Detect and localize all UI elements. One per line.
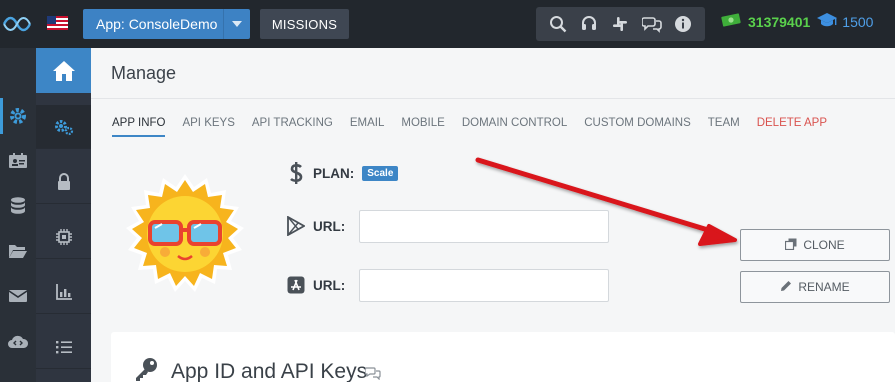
graduation-cap-icon [816, 12, 838, 31]
tab-mobile[interactable]: MOBILE [401, 117, 444, 137]
toolbar-icons [536, 7, 705, 41]
app-store-icon [287, 274, 305, 296]
database-icon[interactable] [0, 188, 36, 224]
chip-icon[interactable] [36, 215, 91, 259]
lock-icon[interactable] [36, 160, 91, 204]
key-icon [133, 356, 159, 382]
plan-badge: Scale [362, 165, 399, 181]
appstore-url-input[interactable] [359, 269, 609, 302]
tab-bar: APP INFO API KEYS API TRACKING EMAIL MOB… [112, 117, 844, 137]
search-icon[interactable] [547, 13, 569, 35]
chat-icon[interactable] [641, 13, 663, 35]
cloud-code-icon[interactable] [0, 323, 36, 359]
tab-api-keys[interactable]: API KEYS [182, 117, 234, 137]
appstore-url-row: URL: [287, 274, 345, 296]
tab-api-tracking[interactable]: API TRACKING [252, 117, 333, 137]
envelope-icon[interactable] [0, 278, 36, 314]
coins-value: 31379401 [748, 13, 811, 30]
pencil-icon [780, 280, 792, 295]
missions-button[interactable]: MISSIONS [260, 9, 349, 39]
dollar-icon [287, 162, 305, 184]
home-icon[interactable] [36, 48, 91, 93]
play-url-input[interactable] [359, 210, 609, 243]
list-icon[interactable] [36, 325, 91, 369]
us-flag-icon[interactable] [47, 16, 68, 30]
headset-icon[interactable] [578, 13, 600, 35]
section-title: App ID and API Keys [171, 360, 368, 382]
slack-icon[interactable] [609, 13, 631, 35]
chevron-down-icon[interactable] [223, 9, 250, 39]
settings-gear-icon[interactable] [0, 98, 36, 134]
app-selector-dropdown[interactable]: App: ConsoleDemo [83, 9, 250, 39]
play-url-row: URL: [287, 215, 345, 237]
primary-sidebar [0, 48, 36, 382]
top-bar: App: ConsoleDemo MISSIONS 31379401 1500 [0, 0, 895, 48]
header-divider [91, 98, 895, 99]
points-display: 31379401 1500 [720, 12, 873, 31]
main-content: Manage APP INFO API KEYS API TRACKING EM… [91, 48, 895, 382]
money-icon [720, 12, 742, 31]
tab-email[interactable]: EMAIL [350, 117, 385, 137]
plan-label: PLAN: [313, 165, 355, 181]
tab-domain-control[interactable]: DOMAIN CONTROL [462, 117, 567, 137]
copy-icon [785, 238, 797, 253]
app-settings-gears-icon[interactable] [36, 105, 91, 149]
tab-team[interactable]: TEAM [708, 117, 740, 137]
appstore-url-label: URL: [313, 277, 346, 293]
tab-delete-app[interactable]: DELETE APP [757, 117, 827, 137]
clone-label: CLONE [803, 238, 845, 252]
tab-custom-domains[interactable]: CUSTOM DOMAINS [584, 117, 691, 137]
info-icon[interactable] [672, 13, 694, 35]
app-avatar[interactable] [123, 172, 247, 296]
rename-label: RENAME [798, 280, 850, 294]
bar-chart-icon[interactable] [36, 270, 91, 314]
play-url-label: URL: [313, 218, 346, 234]
api-keys-card: App ID and API Keys [111, 332, 895, 382]
plan-row: PLAN: Scale [287, 162, 399, 184]
logo-icon[interactable] [2, 12, 32, 36]
secondary-sidebar [36, 48, 91, 382]
contact-card-icon[interactable] [0, 143, 36, 179]
rename-button[interactable]: RENAME [740, 271, 890, 303]
app-selector-label: App: ConsoleDemo [96, 16, 218, 32]
grad-value: 1500 [842, 13, 874, 30]
chat-bubble-icon[interactable] [364, 366, 381, 382]
google-play-icon [287, 215, 305, 237]
page-title: Manage [111, 63, 177, 83]
tab-app-info[interactable]: APP INFO [112, 117, 166, 137]
folder-open-icon[interactable] [0, 233, 36, 269]
clone-button[interactable]: CLONE [740, 229, 890, 261]
